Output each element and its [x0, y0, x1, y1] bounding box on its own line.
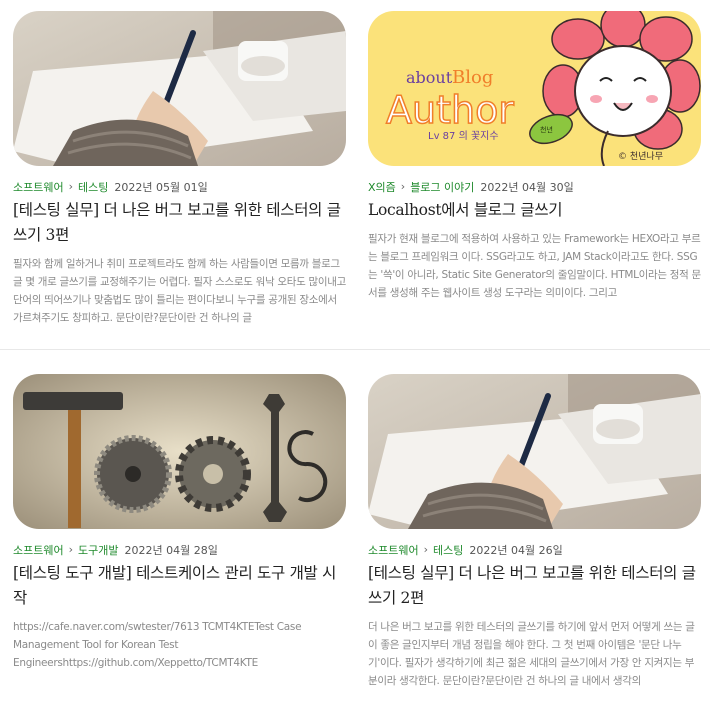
post-excerpt: https://cafe.naver.com/swtester/7613 TCM…: [13, 621, 302, 669]
about-blog-author-image: about Blog Author Lv 87 의 꽃지수 © 천년나무 천년: [368, 11, 701, 166]
post-title[interactable]: [테스팅 실무] 더 나은 버그 보고를 위한 테스터의 글쓰기 3편: [13, 198, 346, 248]
post-meta: X의즘 › 블로그 이야기 2022년 04월 30일: [368, 179, 701, 194]
subcategory-link[interactable]: 테스팅: [78, 179, 108, 195]
category-link[interactable]: 소프트웨어: [368, 542, 419, 558]
chevron-right-icon: ›: [68, 543, 74, 556]
category-link[interactable]: X의즘: [368, 179, 396, 195]
post-date: 2022년 04월 30일: [480, 180, 574, 194]
thumb-author-text: Author: [386, 88, 514, 132]
chevron-right-icon: ›: [68, 180, 74, 193]
tools-image: [13, 374, 346, 529]
post-date: 2022년 04월 28일: [124, 543, 218, 557]
post-date: 2022년 05월 01일: [114, 180, 208, 194]
writing-hand-image: [13, 11, 346, 166]
post-meta: 소프트웨어 › 테스팅 2022년 04월 26일: [368, 542, 701, 557]
post-meta: 소프트웨어 › 테스팅 2022년 05월 01일: [13, 179, 346, 194]
category-link[interactable]: 소프트웨어: [13, 542, 64, 558]
thumb-signature-text: © 천년나무: [618, 151, 663, 162]
post-card[interactable]: about Blog Author Lv 87 의 꽃지수 © 천년나무 천년 …: [368, 11, 701, 302]
post-thumbnail[interactable]: [13, 11, 346, 166]
post-date: 2022년 04월 26일: [469, 543, 563, 557]
subcategory-link[interactable]: 블로그 이야기: [410, 179, 474, 195]
writing-hand-image: [368, 374, 701, 529]
post-card[interactable]: 소프트웨어 › 테스팅 2022년 04월 26일 [테스팅 실무] 더 나은 …: [368, 374, 701, 690]
post-thumbnail[interactable]: [368, 374, 701, 529]
post-card[interactable]: 소프트웨어 › 테스팅 2022년 05월 01일 [테스팅 실무] 더 나은 …: [13, 11, 346, 327]
post-excerpt: 필자와 함께 일하거나 취미 프로젝트라도 함께 하는 사람들이면 모름까 블로…: [13, 258, 346, 324]
chevron-right-icon: ›: [423, 543, 429, 556]
category-link[interactable]: 소프트웨어: [13, 179, 64, 195]
post-thumbnail[interactable]: [13, 374, 346, 529]
post-thumbnail[interactable]: about Blog Author Lv 87 의 꽃지수 © 천년나무 천년: [368, 11, 701, 166]
post-title[interactable]: [테스팅 도구 개발] 테스트케이스 관리 도구 개발 시작: [13, 561, 346, 611]
thumb-leaf-text: 천년: [540, 125, 553, 134]
thumb-level-text: Lv 87 의 꽃지수: [428, 130, 499, 142]
subcategory-link[interactable]: 도구개발: [78, 542, 118, 558]
subcategory-link[interactable]: 테스팅: [433, 542, 463, 558]
post-title[interactable]: Localhost에서 블로그 글쓰기: [368, 198, 701, 223]
post-card[interactable]: 소프트웨어 › 도구개발 2022년 04월 28일 [테스팅 도구 개발] 테…: [13, 374, 346, 672]
chevron-right-icon: ›: [400, 180, 406, 193]
thumb-blog-text: Blog: [452, 67, 493, 88]
post-meta: 소프트웨어 › 도구개발 2022년 04월 28일: [13, 542, 346, 557]
post-title[interactable]: [테스팅 실무] 더 나은 버그 보고를 위한 테스터의 글쓰기 2편: [368, 561, 701, 611]
thumb-about-text: about: [406, 68, 453, 87]
post-excerpt: 더 나은 버그 보고를 위한 테스터의 글쓰기를 하기에 앞서 먼저 어떻게 쓰…: [368, 621, 695, 687]
row-divider: [0, 349, 710, 350]
post-excerpt: 필자가 현재 블로그에 적용하여 사용하고 있는 Framework는 HEXO…: [368, 233, 701, 299]
